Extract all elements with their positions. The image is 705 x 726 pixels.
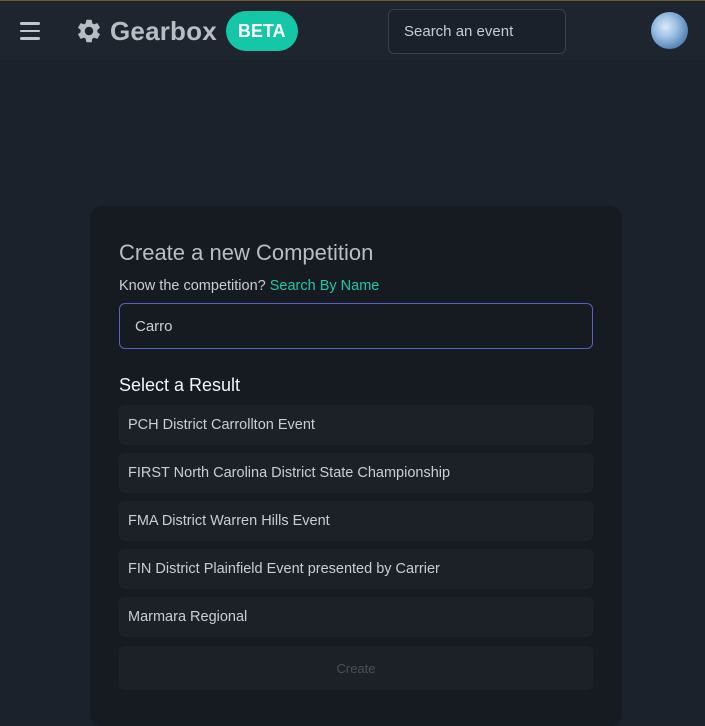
gear-icon	[78, 19, 100, 43]
hamburger-menu-icon[interactable]	[14, 17, 46, 45]
brand-name: Gearbox	[110, 15, 217, 46]
know-prompt: Know the competition?	[119, 278, 266, 294]
create-competition-card: Create a new Competition Know the compet…	[90, 206, 622, 726]
result-item[interactable]: FIN District Plainfield Event presented …	[119, 549, 593, 589]
result-item[interactable]: Marmara Regional	[119, 597, 593, 637]
user-avatar[interactable]	[651, 12, 688, 49]
result-item[interactable]: FMA District Warren Hills Event	[119, 501, 593, 541]
results-list: PCH District Carrollton Event FIRST Nort…	[119, 405, 593, 645]
card-title: Create a new Competition	[119, 240, 374, 265]
select-result-heading: Select a Result	[119, 375, 241, 395]
know-competition-line: Know the competition? Search By Name	[119, 278, 379, 294]
create-button[interactable]: Create	[119, 646, 593, 690]
result-item[interactable]: FIRST North Carolina District State Cham…	[119, 453, 593, 493]
result-item[interactable]: PCH District Carrollton Event	[119, 405, 593, 445]
beta-badge: BETA	[225, 11, 298, 51]
top-navbar: Gearbox BETA	[0, 0, 705, 60]
event-search-input[interactable]	[388, 9, 566, 54]
competition-name-input[interactable]	[119, 303, 593, 349]
search-by-name-link[interactable]: Search By Name	[270, 278, 380, 294]
brand[interactable]: Gearbox BETA	[75, 11, 298, 51]
